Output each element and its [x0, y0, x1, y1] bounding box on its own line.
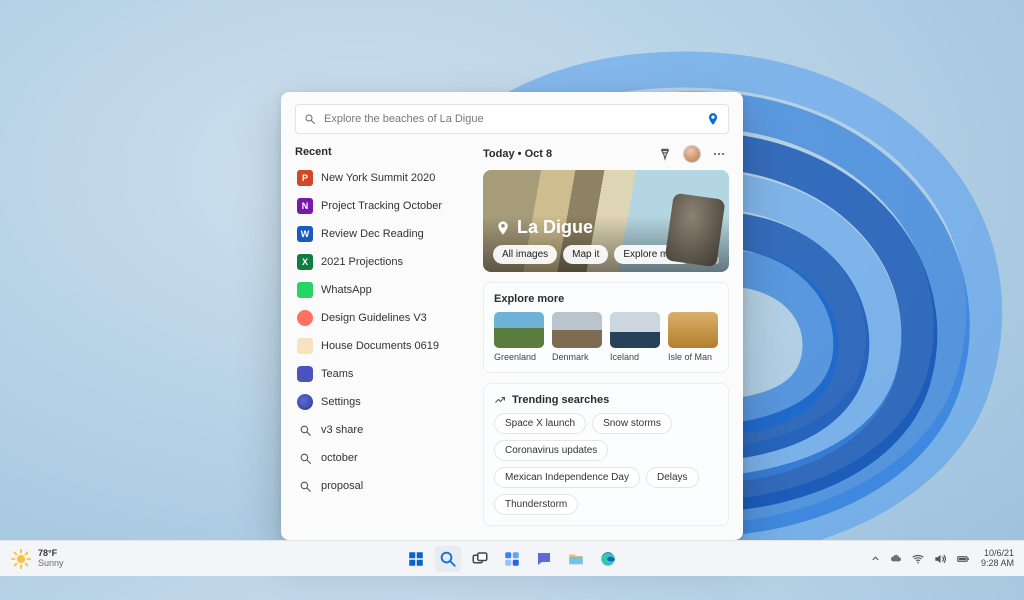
sr-icon — [297, 422, 313, 438]
weather-widget[interactable]: 78°FSunny — [10, 548, 64, 570]
explorer-button[interactable] — [563, 546, 589, 572]
recent-item-label: Settings — [321, 396, 361, 408]
explore-more-title: Explore more — [494, 293, 718, 305]
xl-icon: X — [297, 254, 313, 270]
recent-item-label: Design Guidelines V3 — [321, 312, 427, 324]
recent-item[interactable]: v3 share — [295, 416, 471, 444]
wifi-icon[interactable] — [911, 552, 925, 566]
today-title: Today • Oct 8 — [483, 148, 552, 160]
explore-caption: Greenland — [494, 352, 544, 362]
clock[interactable]: 10/6/21 9:28 AM — [981, 549, 1014, 568]
explore-caption: Denmark — [552, 352, 602, 362]
search-button[interactable] — [435, 546, 461, 572]
explore-thumb — [552, 312, 602, 348]
st-icon — [297, 394, 313, 410]
explore-tile[interactable]: Iceland — [610, 312, 660, 362]
explore-thumb — [494, 312, 544, 348]
hero-pill[interactable]: Map it — [563, 245, 608, 264]
recent-item-label: proposal — [321, 480, 363, 492]
trending-chip[interactable]: Delays — [646, 467, 699, 488]
start-button[interactable] — [403, 546, 429, 572]
location-icon[interactable] — [706, 112, 720, 126]
sr-icon — [297, 478, 313, 494]
recent-item[interactable]: proposal — [295, 472, 471, 500]
today-column: Today • Oct 8 La Digue All images Map it E… — [483, 144, 729, 526]
wa-icon — [297, 282, 313, 298]
chat-button[interactable] — [531, 546, 557, 572]
recent-item[interactable]: october — [295, 444, 471, 472]
trending-card: Trending searches Space X launch Snow sto… — [483, 383, 729, 526]
explore-tile[interactable]: Isle of Man — [668, 312, 718, 362]
hero-pill[interactable]: Explore more — [614, 245, 691, 264]
explore-thumb — [668, 312, 718, 348]
search-icon — [304, 113, 316, 125]
weather-cond: Sunny — [38, 559, 64, 568]
clock-time: 9:28 AM — [981, 559, 1014, 568]
trending-icon — [494, 394, 506, 406]
more-icon[interactable] — [709, 144, 729, 164]
recent-item-label: New York Summit 2020 — [321, 172, 435, 184]
explore-tile[interactable]: Denmark — [552, 312, 602, 362]
account-avatar[interactable] — [683, 145, 701, 163]
taskbar-center — [403, 546, 621, 572]
taskbar[interactable]: 78°FSunny 10/6/21 9:28 AM — [0, 540, 1024, 576]
sun-icon — [10, 548, 32, 570]
system-tray[interactable] — [870, 552, 971, 566]
rewards-icon[interactable] — [655, 144, 675, 164]
on-icon: N — [297, 198, 313, 214]
tm-icon — [297, 366, 313, 382]
edge-button[interactable] — [595, 546, 621, 572]
recent-item-label: Teams — [321, 368, 353, 380]
recent-item[interactable]: Design Guidelines V3 — [295, 304, 471, 332]
onedrive-icon[interactable] — [889, 552, 903, 566]
wd-icon: W — [297, 226, 313, 242]
volume-icon[interactable] — [933, 552, 947, 566]
sr-icon — [297, 450, 313, 466]
task-view-button[interactable] — [467, 546, 493, 572]
recent-column: Recent P New York Summit 2020 N Project Tra… — [295, 144, 471, 526]
fd-icon — [297, 338, 313, 354]
recent-item[interactable]: P New York Summit 2020 — [295, 164, 471, 192]
fg-icon — [297, 310, 313, 326]
hero-pill[interactable]: All images — [493, 245, 557, 264]
trending-chip[interactable]: Snow storms — [592, 413, 672, 434]
explore-thumb — [610, 312, 660, 348]
search-input[interactable] — [324, 113, 698, 125]
pp-icon: P — [297, 170, 313, 186]
recent-item[interactable]: X 2021 Projections — [295, 248, 471, 276]
explore-more-card: Explore more Greenland Denmark Iceland Isle… — [483, 282, 729, 373]
trending-chip[interactable]: Thunderstorm — [494, 494, 578, 515]
recent-item-label: WhatsApp — [321, 284, 372, 296]
recent-item-label: 2021 Projections — [321, 256, 403, 268]
recent-item-label: House Documents 0619 — [321, 340, 439, 352]
recent-item-label: v3 share — [321, 424, 363, 436]
recent-item[interactable]: Settings — [295, 388, 471, 416]
battery-icon[interactable] — [955, 552, 971, 566]
recent-item[interactable]: Teams — [295, 360, 471, 388]
explore-caption: Iceland — [610, 352, 660, 362]
recent-item[interactable]: N Project Tracking October — [295, 192, 471, 220]
widgets-button[interactable] — [499, 546, 525, 572]
recent-item-label: Project Tracking October — [321, 200, 442, 212]
hero-brand: Microsoft Bing — [668, 256, 719, 264]
recent-item-label: october — [321, 452, 358, 464]
recent-item[interactable]: House Documents 0619 — [295, 332, 471, 360]
chevron-up-icon[interactable] — [870, 553, 881, 564]
search-bar[interactable] — [295, 104, 729, 134]
trending-chip[interactable]: Mexican Independence Day — [494, 467, 640, 488]
search-flyout: Recent P New York Summit 2020 N Project Tra… — [281, 92, 743, 540]
explore-tile[interactable]: Greenland — [494, 312, 544, 362]
recent-item[interactable]: W Review Dec Reading — [295, 220, 471, 248]
pin-icon — [495, 220, 511, 236]
today-hero[interactable]: La Digue All images Map it Explore more Mi… — [483, 170, 729, 272]
recent-item[interactable]: WhatsApp — [295, 276, 471, 304]
explore-caption: Isle of Man — [668, 352, 718, 362]
hero-title: La Digue — [495, 217, 593, 238]
trending-chip[interactable]: Space X launch — [494, 413, 586, 434]
trending-title: Trending searches — [494, 394, 718, 406]
recent-item-label: Review Dec Reading — [321, 228, 424, 240]
recent-heading: Recent — [295, 146, 471, 158]
trending-chip[interactable]: Coronavirus updates — [494, 440, 608, 461]
